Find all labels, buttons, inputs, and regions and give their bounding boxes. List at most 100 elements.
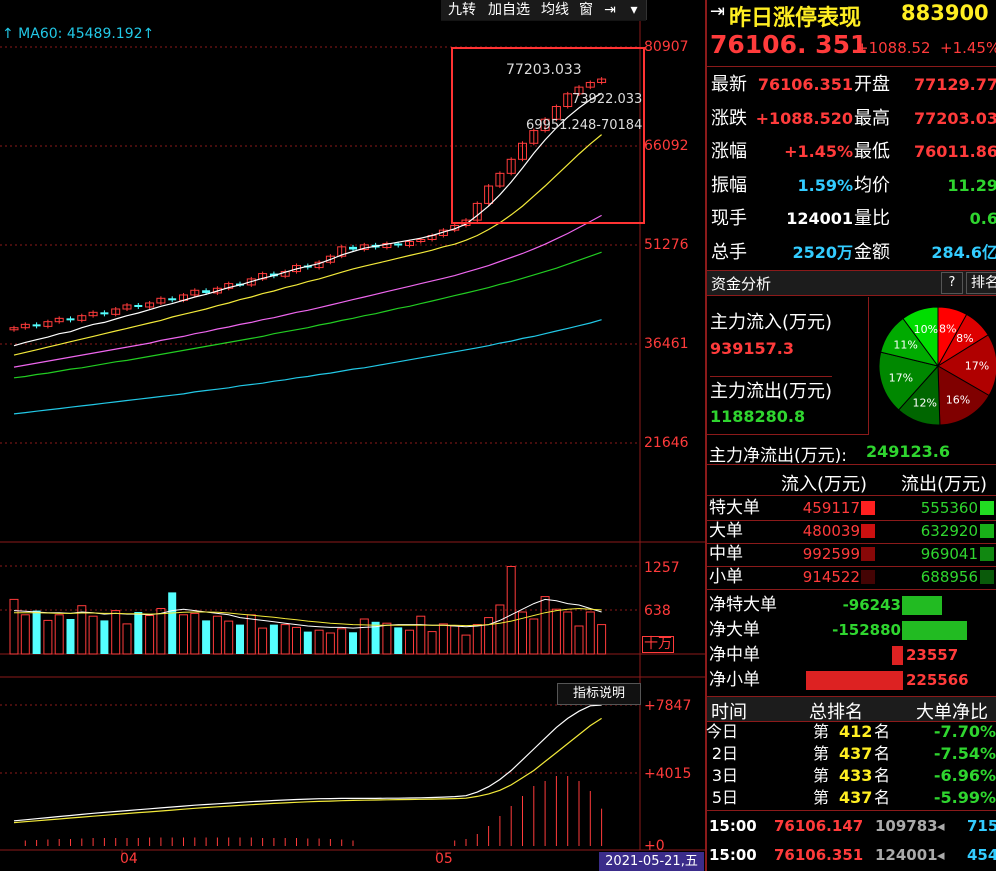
quote-label: 振幅 bbox=[711, 174, 747, 196]
quote-label: 涨幅 bbox=[711, 141, 747, 162]
quote-value: 77203.03 bbox=[913, 108, 996, 128]
price-change: +1088.52 bbox=[856, 39, 931, 57]
quote-label: 开盘 bbox=[854, 74, 890, 95]
quote-label: 量比 bbox=[854, 208, 890, 229]
quote-label: 最高 bbox=[854, 107, 890, 129]
rank-prefix: 第 bbox=[813, 744, 830, 763]
volume-bar-down bbox=[66, 618, 75, 654]
net-value: -152880 bbox=[832, 621, 901, 639]
tick-time: 15:00 bbox=[709, 846, 757, 864]
rank-value: 437 bbox=[839, 788, 873, 807]
inflow-value: 939157.3 bbox=[710, 339, 795, 358]
order-row: 中单 992599 969041 bbox=[707, 543, 996, 567]
tick-price: 76106.351 bbox=[774, 846, 864, 864]
ticks-divider bbox=[707, 810, 996, 811]
inflow-swatch bbox=[861, 524, 875, 538]
net-label: 净特大单 bbox=[709, 595, 777, 615]
rank-value: 437 bbox=[839, 744, 873, 763]
rank-button[interactable]: 排名 bbox=[966, 272, 996, 294]
outflow-swatch bbox=[980, 547, 994, 561]
order-label: 特大单 bbox=[709, 498, 760, 518]
pin-icon[interactable]: ⇥ bbox=[710, 1, 725, 22]
fund-pie-chart: 8%8% 17% 16% 12% 17% 11% 10% bbox=[878, 306, 996, 426]
moving-average-button[interactable]: 均线 bbox=[534, 0, 577, 20]
quote-row: 总手 2520万 金额 284.6亿 bbox=[711, 236, 996, 269]
arrow-left-icon: ◂ bbox=[937, 817, 945, 835]
expand-arrow-icon[interactable]: ⇥ bbox=[596, 0, 625, 20]
quote-value: 77129.77 bbox=[913, 75, 996, 94]
order-label: 大单 bbox=[709, 521, 743, 541]
rank-bigratio: -5.99% bbox=[933, 788, 996, 807]
date-axis-label: 05 bbox=[435, 851, 453, 867]
net-row: 净小单 225566 bbox=[707, 669, 996, 692]
quote-label: 涨跌 bbox=[711, 107, 747, 129]
quote-value: +1.45% bbox=[784, 142, 853, 161]
quote-value: 124001 bbox=[786, 209, 853, 228]
rank-day: 3日 bbox=[711, 766, 738, 785]
price-axis-label: 80907 bbox=[644, 39, 689, 55]
arrow-left-icon: ◂ bbox=[937, 846, 945, 864]
high-annotation: 77203.033 bbox=[506, 62, 582, 78]
quote-value: 1.59% bbox=[797, 175, 853, 195]
net-row: 净中单 23557 bbox=[707, 644, 996, 667]
quote-row: 涨跌 +1088.520 最高 77203.03 bbox=[711, 102, 996, 135]
inflow-swatch bbox=[861, 570, 875, 584]
indicator-help-button[interactable]: 指标说明 bbox=[557, 683, 641, 705]
quote-label: 均价 bbox=[854, 174, 890, 196]
net-row: 净特大单 -96243 bbox=[707, 594, 996, 617]
order-outflow: 555360 bbox=[920, 499, 978, 517]
price-axis-label: 51276 bbox=[644, 237, 689, 253]
pie-label: 16% bbox=[946, 393, 970, 406]
volume-bar-down bbox=[394, 627, 403, 654]
help-button[interactable]: ? bbox=[941, 272, 963, 294]
rank-bigratio: -7.54% bbox=[933, 744, 996, 763]
tick-volume: 124001 bbox=[875, 846, 938, 864]
candle-down bbox=[349, 246, 357, 250]
ranking-row: 2日 第 437 名 -7.54% bbox=[707, 743, 996, 765]
volume-bar-down bbox=[202, 620, 211, 654]
tick-row: 15:00 76106.351 124001 ◂ 454 bbox=[707, 841, 996, 869]
order-outflow: 969041 bbox=[920, 545, 978, 563]
candle-down bbox=[100, 312, 109, 315]
candle-down bbox=[66, 318, 75, 321]
ranking-row: 今日 第 412 名 -7.70% bbox=[705, 721, 996, 743]
quote-header: ⇥ 昨日涨停表现 883900 bbox=[707, 0, 996, 31]
rank-day: 今日 bbox=[705, 722, 738, 741]
pie-label: 17% bbox=[965, 359, 989, 372]
rank-suffix: 名 bbox=[874, 722, 891, 741]
caret-down-icon[interactable]: ▾ bbox=[622, 0, 647, 20]
price-axis-label: 66092 bbox=[644, 138, 689, 154]
add-favorite-button[interactable]: 加自选 bbox=[482, 0, 537, 20]
fund-title: 资金分析 bbox=[711, 275, 772, 293]
price-line: 76106. 351 +1088.52 +1.45% bbox=[707, 30, 996, 67]
quote-value: +1088.520 bbox=[755, 108, 853, 128]
net-value: 225566 bbox=[906, 671, 969, 689]
quote-value: 2520万 bbox=[792, 242, 853, 262]
order-inflow: 914522 bbox=[802, 568, 860, 586]
order-header: 流入(万元) 流出(万元) bbox=[707, 469, 996, 496]
quote-value: 11.29 bbox=[947, 175, 996, 195]
candle-down bbox=[134, 304, 143, 307]
volume-bar-down bbox=[349, 632, 357, 654]
ranking-header: 时间 总排名 大单净比 bbox=[707, 696, 996, 723]
price-axis-label: 36461 bbox=[644, 336, 689, 352]
net-bar bbox=[902, 621, 967, 640]
net-row: 净大单 -152880 bbox=[707, 619, 996, 642]
rank-day: 2日 bbox=[711, 744, 738, 763]
rank-day: 5日 bbox=[711, 788, 738, 807]
rank-bigratio: -6.96% bbox=[933, 766, 996, 785]
rank-prefix: 第 bbox=[813, 766, 830, 785]
pie-label: 17% bbox=[889, 372, 913, 385]
candle-down bbox=[202, 290, 211, 293]
quote-label: 金额 bbox=[854, 241, 890, 263]
nine-turn-button[interactable]: 九转 bbox=[441, 0, 484, 20]
net-outflow-label: 主力净流出(万元): bbox=[709, 446, 847, 466]
outflow-swatch bbox=[980, 524, 994, 538]
inflow-swatch bbox=[861, 501, 875, 515]
volume-bar-down bbox=[100, 620, 109, 654]
ranking-row: 5日 第 437 名 -5.99% bbox=[707, 787, 996, 809]
tick-count: 715 bbox=[967, 817, 996, 835]
quote-title: 昨日涨停表现 bbox=[729, 6, 862, 31]
quote-panel: ⇥ 昨日涨停表现 883900 76106. 351 +1088.52 +1.4… bbox=[705, 0, 996, 871]
net-label: 净小单 bbox=[709, 670, 760, 690]
